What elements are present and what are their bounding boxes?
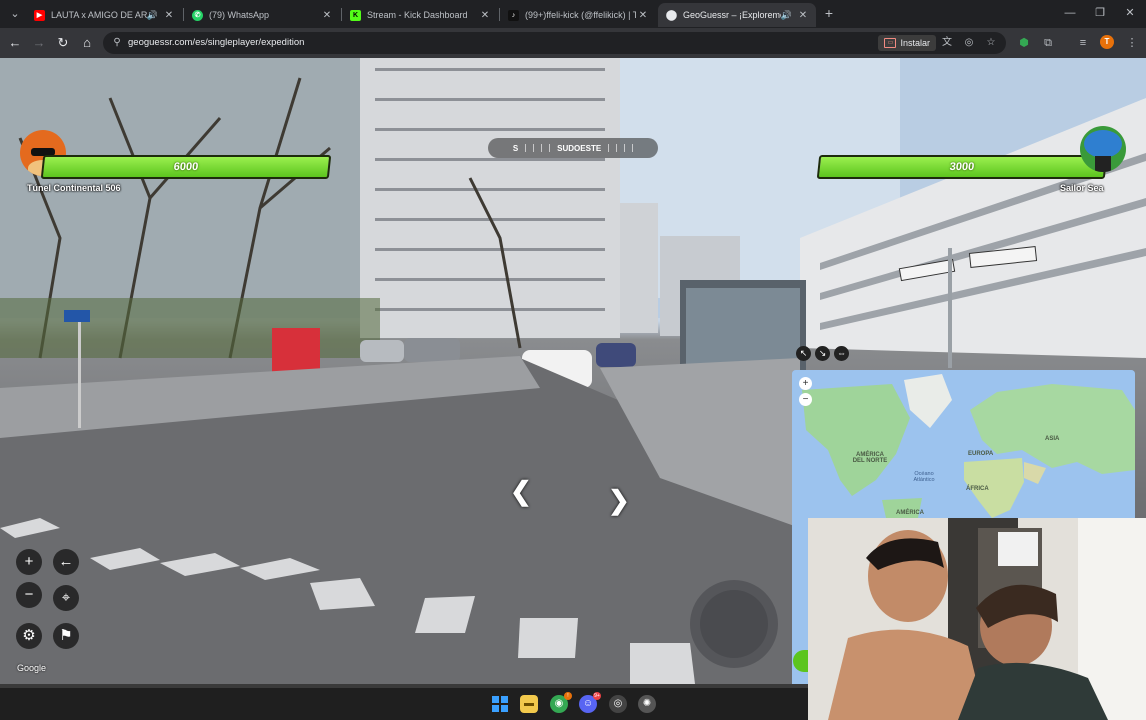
extension-shield-icon[interactable]: ⬢	[1016, 35, 1032, 51]
settings-gear-icon[interactable]: ⚙	[16, 623, 42, 649]
bookmark-star-icon[interactable]: ☆	[984, 36, 998, 50]
world-map-graphic	[792, 370, 1135, 518]
compass-tick	[525, 144, 527, 152]
map-zoom-out-button[interactable]: −	[799, 393, 812, 406]
compass-tick	[533, 144, 535, 152]
tab-kick[interactable]: K Stream - Kick Dashboard ✕	[342, 3, 498, 27]
guess-map[interactable]: + − AMÉRICA DEL NORTE EUROPA ASIA ÁFRICA…	[792, 370, 1135, 518]
map-zoom-in-button[interactable]: +	[799, 377, 812, 390]
site-info-icon[interactable]: ⚲	[110, 36, 124, 50]
close-tab-icon[interactable]: ✕	[796, 10, 810, 21]
tab-tiktok[interactable]: ♪ (99+)ffeli-kick (@ffelikick) | TikTok …	[500, 3, 656, 27]
globe-icon	[1084, 130, 1122, 158]
tab-geoguessr[interactable]: ⬤ GeoGuessr – ¡Exploremos el mundo! 🔊 ✕	[658, 3, 816, 27]
compass-tick	[616, 144, 618, 152]
compass-tick	[624, 144, 626, 152]
speaker-icon[interactable]: 🔊	[781, 10, 792, 21]
discord-icon[interactable]: ☺ 9+	[579, 692, 601, 713]
geoguessr-pin-icon: ⬤	[665, 9, 678, 21]
back-icon[interactable]: ←	[7, 35, 23, 51]
translate-icon[interactable]: 文	[940, 36, 954, 50]
windows-taskbar: ▬ ◉ ! ☺ 9+ ◎ ✺	[0, 688, 808, 720]
webcam-feed-graphic	[808, 518, 1146, 720]
reload-icon[interactable]: ↻	[55, 35, 71, 51]
google-attribution: Google	[17, 663, 47, 673]
forward-icon[interactable]: →	[31, 35, 47, 51]
youtube-icon: ▶	[34, 9, 45, 21]
close-tab-icon[interactable]: ✕	[636, 10, 650, 21]
tab-strip: ⌄ ▶ LAUTA x AMIGO DE ARTISTA 🔊 ✕ ✆ (79) …	[0, 0, 1146, 28]
player-left-score-bar: 6000	[40, 155, 332, 179]
guess-button-edge[interactable]	[793, 650, 809, 672]
chrome-icon[interactable]: ◉ !	[550, 692, 572, 713]
eye-off-icon[interactable]: ◎	[962, 36, 976, 50]
return-to-start-button[interactable]: ⌖	[53, 585, 79, 611]
player-right-score-bar: 3000	[816, 155, 1108, 179]
home-icon[interactable]: ⌂	[79, 35, 95, 51]
tab-search-icon[interactable]: ⌄	[6, 5, 24, 23]
map-pin-icon[interactable]: ⇔	[834, 346, 849, 361]
map-shrink-icon[interactable]: ↘	[815, 346, 830, 361]
whatsapp-icon: ✆	[192, 9, 203, 21]
extensions-puzzle-icon[interactable]: ⧉	[1040, 35, 1056, 51]
chrome-update-badge: !	[564, 692, 572, 700]
profile-avatar[interactable]: T	[1100, 35, 1114, 49]
minimize-button[interactable]: —	[1055, 3, 1085, 23]
player-left-score: 6000	[173, 161, 199, 173]
webcam-overlay	[808, 518, 1146, 720]
app-icon[interactable]: ✺	[638, 695, 656, 713]
close-window-button[interactable]: ✕	[1115, 3, 1145, 23]
url-text[interactable]: geoguessr.com/es/singleplayer/expedition	[128, 37, 304, 48]
move-right-arrow[interactable]: ❯	[608, 485, 630, 516]
zoom-out-button[interactable]: −	[16, 582, 42, 608]
map-label-asia: ASIA	[1045, 436, 1060, 442]
undo-back-button[interactable]: ←	[53, 549, 79, 575]
map-label-africa: ÁFRICA	[966, 486, 989, 492]
map-label-south-america: AMÉRICA	[896, 510, 924, 516]
menu-kebab-icon[interactable]: ⋮	[1124, 35, 1140, 51]
close-tab-icon[interactable]: ✕	[478, 10, 492, 21]
windows-start-icon[interactable]	[491, 695, 509, 713]
kick-icon: K	[350, 9, 361, 21]
browser-toolbar: ← → ↻ ⌂ ⚲ geoguessr.com/es/singleplayer/…	[0, 28, 1146, 58]
map-label-europe: EUROPA	[968, 451, 994, 457]
tab-whatsapp[interactable]: ✆ (79) WhatsApp ✕	[184, 3, 340, 27]
address-bar[interactable]: ⚲ geoguessr.com/es/singleplayer/expediti…	[103, 32, 1006, 54]
compass-tick	[632, 144, 634, 152]
new-tab-button[interactable]: +	[821, 5, 837, 21]
player-right-score: 3000	[949, 161, 975, 173]
map-label-atlantic: Océano Atlántico	[913, 471, 935, 483]
discord-notification-badge: 9+	[593, 692, 601, 700]
compass-marker: S	[512, 143, 519, 153]
compass-tick	[549, 144, 551, 152]
obs-icon[interactable]: ◎	[609, 695, 627, 713]
zoom-in-button[interactable]: +	[16, 549, 42, 575]
compass-heading: SUDOESTE	[557, 143, 602, 153]
close-tab-icon[interactable]: ✕	[162, 10, 176, 21]
install-app-button[interactable]: ▭ Instalar	[878, 35, 936, 51]
media-controls-icon[interactable]: ≡	[1075, 35, 1091, 51]
player-right-avatar	[1080, 126, 1126, 172]
close-tab-icon[interactable]: ✕	[320, 10, 334, 21]
compass-bar: S SUDOESTE	[488, 138, 658, 158]
map-label-north-america: AMÉRICA DEL NORTE	[852, 452, 888, 464]
player-right-name: Sailor Sea	[1060, 183, 1104, 193]
compass-tick	[541, 144, 543, 152]
compass-tick	[608, 144, 610, 152]
map-expand-icon[interactable]: ↖	[796, 346, 811, 361]
flag-icon[interactable]: ⚑	[53, 623, 79, 649]
install-icon: ▭	[884, 38, 897, 48]
avatar-body	[1095, 156, 1111, 172]
maximize-button[interactable]: ❐	[1085, 3, 1115, 23]
file-explorer-icon[interactable]: ▬	[520, 695, 538, 713]
player-left-name: Túnel Continental 506	[27, 183, 121, 193]
tab-youtube[interactable]: ▶ LAUTA x AMIGO DE ARTISTA 🔊 ✕	[26, 3, 182, 27]
tiktok-icon: ♪	[508, 9, 519, 21]
map-size-tools: ↖ ↘ ⇔	[796, 346, 849, 361]
speaker-icon[interactable]: 🔊	[147, 10, 158, 21]
move-left-arrow[interactable]: ❮	[510, 476, 532, 507]
